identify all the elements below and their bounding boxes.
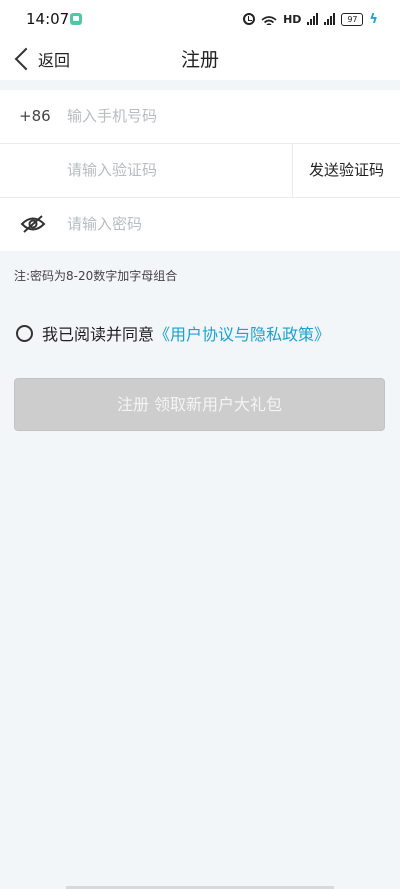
eye-off-icon[interactable]: [20, 214, 46, 234]
network-label: HD: [283, 12, 302, 26]
status-time: 14:07: [26, 10, 70, 28]
password-input[interactable]: [67, 210, 277, 238]
send-code-button[interactable]: 发送验证码: [292, 144, 400, 197]
agreement-row: 我已阅读并同意 《用户协议与隐私政策》: [16, 321, 330, 345]
alarm-icon: [243, 13, 256, 25]
password-row: [0, 198, 400, 251]
phone-input[interactable]: [67, 102, 277, 130]
status-icons: HD 97 ϟ: [243, 11, 378, 27]
app-notification-icon: [70, 13, 82, 25]
wifi-icon: [261, 13, 277, 25]
register-button[interactable]: 注册 领取新用户大礼包: [14, 378, 385, 431]
phone-row: +86: [0, 90, 400, 144]
agreement-link[interactable]: 《用户协议与隐私政策》: [154, 321, 330, 345]
code-row: 发送验证码: [0, 144, 400, 198]
register-form: +86 发送验证码: [0, 90, 400, 251]
status-bar: 14:07 HD 97 ϟ: [0, 0, 400, 38]
page-title: 注册: [180, 49, 219, 71]
charging-bolt-icon: ϟ: [369, 11, 378, 27]
signal-4g-icon: [307, 13, 319, 25]
password-note: 注:密码为8-20数字加字母组合: [14, 269, 178, 283]
signal-4g-icon: [324, 13, 336, 25]
agree-radio[interactable]: [16, 324, 33, 342]
agreement-text: 我已阅读并同意: [42, 325, 155, 344]
country-code[interactable]: +86: [19, 90, 51, 143]
battery-icon: 97: [341, 12, 364, 26]
code-input[interactable]: [67, 156, 277, 184]
nav-bar: 返回 注册: [0, 38, 400, 80]
